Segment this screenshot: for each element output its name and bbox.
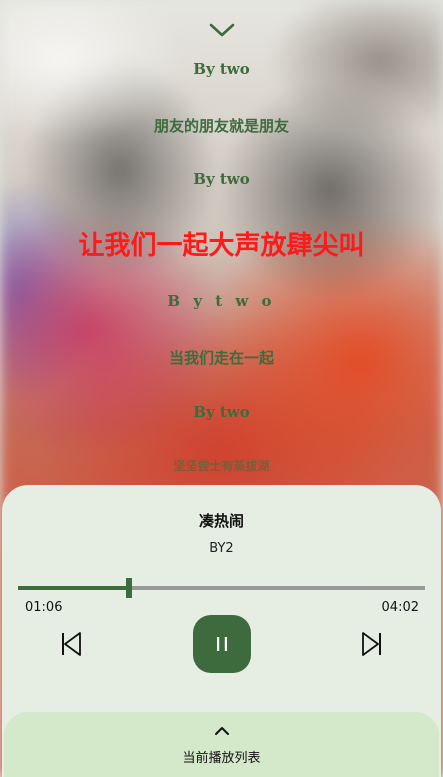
previous-button[interactable] (56, 629, 86, 659)
chevron-down-icon (209, 23, 234, 37)
playlist-drawer-handle[interactable] (4, 712, 439, 777)
chevron-up-icon (214, 727, 229, 735)
lyric-line: By two (193, 60, 250, 78)
lyric-line: 当我们走在一起 (168, 349, 274, 367)
collapse-button[interactable] (0, 22, 443, 38)
lyric-line: 朋友的朋友就是朋友 (153, 117, 289, 135)
elapsed-time: 01:06 (25, 600, 63, 615)
skip-next-icon (362, 632, 381, 656)
seek-bar[interactable] (18, 578, 425, 598)
pause-icon (217, 637, 227, 651)
lyric-line-current: 让我们一起大声放肆尖叫 (78, 231, 365, 261)
playlist-label[interactable]: 当前播放列表 (0, 747, 443, 766)
lyric-line: B y t w o (167, 292, 276, 310)
skip-previous-icon (62, 632, 81, 656)
seek-bar-progress (18, 586, 130, 590)
seek-bar-thumb[interactable] (126, 578, 133, 598)
artist-name: BY2 (209, 541, 234, 556)
playback-controls (0, 615, 443, 673)
play-pause-button[interactable] (193, 615, 251, 673)
lyric-line: 坚坚尝士有蒸拔湖 (173, 459, 270, 473)
total-duration: 04:02 (381, 600, 419, 615)
lyric-line: By two (193, 403, 250, 421)
song-title: 凑热闹 (198, 512, 244, 530)
lyric-line: By two (193, 170, 250, 188)
next-button[interactable] (357, 629, 387, 659)
